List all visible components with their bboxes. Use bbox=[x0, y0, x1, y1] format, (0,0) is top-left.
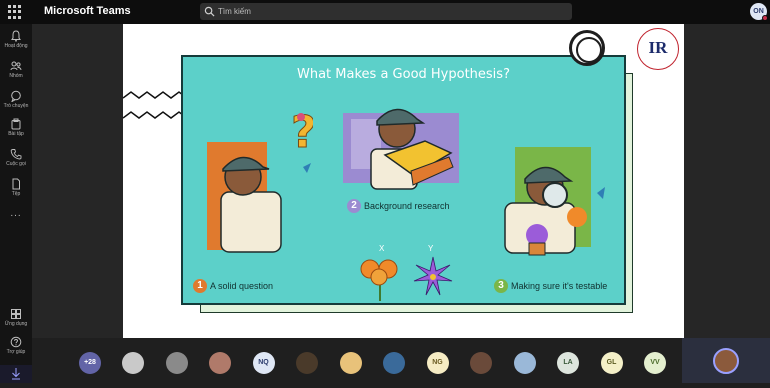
download-icon bbox=[12, 368, 20, 380]
magnifier-student-illustration bbox=[504, 147, 605, 256]
rail-item-calls[interactable]: Cuộc gọi bbox=[0, 146, 32, 172]
self-avatar bbox=[713, 348, 739, 374]
rail-label: Nhóm bbox=[9, 73, 23, 79]
step-1: 1 A solid question bbox=[193, 279, 273, 293]
step-3-label: Making sure it's testable bbox=[511, 281, 608, 291]
rail-label: Tệp bbox=[11, 191, 21, 197]
reading-student-illustration bbox=[343, 108, 459, 190]
ir-logo: IR bbox=[637, 28, 679, 70]
rail-item-activity[interactable]: Hoạt động bbox=[0, 28, 32, 54]
participant-avatar-initials[interactable]: VV bbox=[644, 352, 666, 374]
help-icon bbox=[10, 336, 22, 348]
purple-flower-illustration bbox=[413, 256, 453, 296]
rail-item-chat[interactable]: Trò chuyện bbox=[0, 88, 32, 114]
step-2-number: 2 bbox=[347, 199, 361, 213]
rail-label: Hoạt động bbox=[4, 43, 28, 49]
participant-avatar-initials[interactable]: GL bbox=[600, 352, 623, 374]
poster-title: What Makes a Good Hypothesis? bbox=[297, 67, 510, 82]
rail-label: Ứng dụng bbox=[4, 321, 28, 327]
title-bar: Microsoft Teams ON bbox=[0, 0, 770, 24]
apps-icon bbox=[11, 309, 21, 319]
participant-avatar-photo[interactable] bbox=[383, 352, 405, 374]
participant-avatar-initials[interactable]: NG bbox=[426, 352, 449, 374]
participant-avatar-photo[interactable] bbox=[165, 352, 188, 374]
user-initials: ON bbox=[753, 8, 764, 15]
bell-icon bbox=[11, 30, 21, 42]
presence-status-icon bbox=[762, 15, 768, 21]
rail-label: Trò chuyện bbox=[3, 103, 29, 109]
variable-x-label: X bbox=[379, 244, 385, 253]
rail-item-help[interactable]: Trợ giúp bbox=[0, 334, 32, 360]
chat-icon bbox=[11, 90, 21, 102]
rail-label: Cuộc gọi bbox=[6, 161, 26, 167]
variable-y-label: Y bbox=[428, 244, 434, 253]
user-avatar[interactable]: ON bbox=[750, 3, 768, 21]
rail-item-files[interactable]: Tệp bbox=[0, 176, 32, 202]
meeting-stage: What Makes a Good Hypothesis? ? bbox=[32, 24, 770, 340]
download-button[interactable] bbox=[0, 365, 32, 383]
zigzag-decoration bbox=[123, 91, 183, 119]
overflow-participants-button[interactable]: +28 bbox=[79, 352, 101, 374]
participant-avatar-photo[interactable] bbox=[296, 352, 318, 374]
search-input[interactable] bbox=[218, 4, 558, 19]
participant-avatar-initials[interactable]: LA bbox=[557, 352, 579, 374]
thinking-student-illustration: ? bbox=[207, 107, 313, 253]
app-rail: Hoạt động Nhóm Trò chuyện Bài tập Cuộc g… bbox=[0, 24, 32, 383]
step-2: 2 Background research bbox=[347, 199, 450, 213]
search-box[interactable] bbox=[200, 3, 572, 20]
rail-label: Trợ giúp bbox=[6, 349, 26, 355]
hypothesis-poster: What Makes a Good Hypothesis? ? bbox=[181, 55, 626, 305]
step-1-number: 1 bbox=[193, 279, 207, 293]
logo-text: IR bbox=[648, 38, 668, 57]
step-2-label: Background research bbox=[364, 201, 450, 211]
more-apps-button[interactable]: ... bbox=[0, 208, 32, 219]
rail-item-teams[interactable]: Nhóm bbox=[0, 58, 32, 84]
participant-avatar-photo[interactable] bbox=[470, 352, 492, 374]
step-1-label: A solid question bbox=[210, 281, 274, 291]
app-title: Microsoft Teams bbox=[44, 5, 131, 17]
ring-decoration bbox=[569, 30, 605, 66]
search-icon bbox=[204, 6, 215, 17]
participant-avatar-photo[interactable] bbox=[122, 352, 144, 374]
self-video-tile[interactable] bbox=[682, 338, 770, 383]
participant-avatar-photo[interactable] bbox=[513, 352, 536, 374]
participant-avatar-photo[interactable] bbox=[339, 352, 362, 374]
rail-label: Bài tập bbox=[8, 131, 24, 137]
participant-avatar-initials[interactable]: NQ bbox=[252, 352, 275, 374]
shared-slide: What Makes a Good Hypothesis? ? bbox=[123, 24, 684, 340]
rail-item-assignments[interactable]: Bài tập bbox=[0, 116, 32, 142]
app-launcher-icon[interactable] bbox=[8, 5, 22, 19]
rail-item-apps[interactable]: Ứng dụng bbox=[0, 306, 32, 332]
participants-strip: +28 NQ NG LA GL VV bbox=[32, 338, 682, 383]
teams-icon bbox=[10, 61, 22, 71]
step-3-number: 3 bbox=[494, 279, 508, 293]
step-3: 3 Making sure it's testable bbox=[494, 279, 607, 293]
file-icon bbox=[12, 178, 20, 190]
participant-avatar-photo[interactable] bbox=[209, 352, 231, 374]
marigold-flower-illustration bbox=[360, 259, 398, 301]
phone-icon bbox=[10, 149, 22, 160]
assignment-icon bbox=[11, 118, 21, 130]
